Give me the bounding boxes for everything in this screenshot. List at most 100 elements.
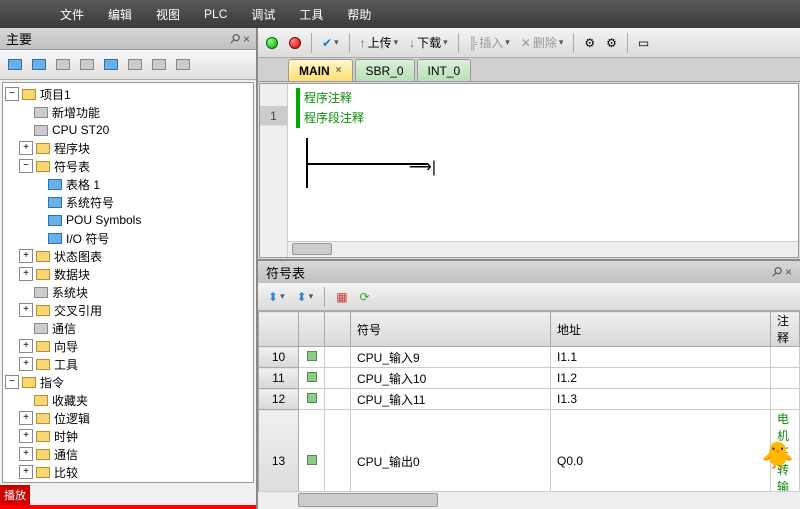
tree-item[interactable]: 收藏夹	[5, 391, 251, 409]
delete-button[interactable]: ✕删除▾	[517, 32, 568, 54]
insert-button[interactable]: ╠插入▾	[465, 32, 514, 54]
expand-icon[interactable]: +	[19, 447, 33, 461]
expand-icon[interactable]: +	[19, 267, 33, 281]
upload-button[interactable]: ↑上传▾	[356, 32, 403, 54]
run-button[interactable]	[262, 32, 282, 54]
cell-comment[interactable]	[771, 389, 800, 410]
col-comment[interactable]: 注释	[771, 312, 800, 347]
tree-item[interactable]: +时钟	[5, 427, 251, 445]
tree-item[interactable]: 新增功能	[5, 103, 251, 121]
sym-tool-4[interactable]: ⟳	[356, 286, 374, 308]
play-badge[interactable]: 播放	[0, 485, 30, 505]
tree-item[interactable]: +转换	[5, 481, 251, 483]
tab-sbr0[interactable]: SBR_0	[355, 59, 415, 81]
segment-comment[interactable]: 程序段注释	[296, 108, 790, 128]
expand-icon[interactable]: +	[19, 141, 33, 155]
tree-item[interactable]: 通信	[5, 319, 251, 337]
cell-symbol[interactable]: CPU_输出0	[351, 410, 551, 492]
cell-comment[interactable]	[771, 368, 800, 389]
editor-body[interactable]: 程序注释 程序段注释 ⟶|	[288, 84, 798, 241]
tree-root-instr[interactable]: −指令	[5, 373, 251, 391]
tree-item[interactable]: +程序块	[5, 139, 251, 157]
cell-address[interactable]: I1.2	[551, 368, 771, 389]
cell-comment[interactable]	[771, 347, 800, 368]
download-button[interactable]: ↓下载▾	[405, 32, 452, 54]
tab-main[interactable]: MAIN×	[288, 59, 353, 81]
tree-item[interactable]: +交叉引用	[5, 301, 251, 319]
tool-btn-7[interactable]	[148, 54, 170, 76]
sym-tool-2[interactable]: ⬍▾	[293, 286, 318, 308]
cell-symbol[interactable]: CPU_输入10	[351, 368, 551, 389]
expand-icon[interactable]: +	[19, 357, 33, 371]
tool-btn-8[interactable]	[172, 54, 194, 76]
close-icon[interactable]: ×	[243, 32, 250, 46]
table-row[interactable]: 12CPU_输入11I1.3	[259, 389, 800, 410]
stop-button[interactable]	[285, 32, 305, 54]
tree-item[interactable]: 系统块	[5, 283, 251, 301]
col-symbol[interactable]: 符号	[351, 312, 551, 347]
expand-icon[interactable]: −	[19, 159, 33, 173]
collapse-icon[interactable]: −	[5, 375, 19, 389]
collapse-icon[interactable]: −	[5, 87, 19, 101]
program-comment[interactable]: 程序注释	[296, 88, 790, 108]
tree-item[interactable]: CPU ST20	[5, 121, 251, 139]
expand-icon[interactable]: +	[19, 249, 33, 263]
scroll-thumb[interactable]	[292, 243, 332, 255]
table-row[interactable]: 10CPU_输入9I1.1	[259, 347, 800, 368]
grid-hscroll[interactable]	[258, 491, 800, 509]
tree-item[interactable]: 表格 1	[5, 175, 251, 193]
tree-item[interactable]: +位逻辑	[5, 409, 251, 427]
cell-address[interactable]: I1.1	[551, 347, 771, 368]
sym-tool-3[interactable]: ▦	[332, 286, 351, 308]
tool-btn-6[interactable]	[124, 54, 146, 76]
project-tree[interactable]: −项目1 新增功能CPU ST20+程序块−符号表表格 1系统符号POU Sym…	[2, 82, 254, 483]
tree-item[interactable]: POU Symbols	[5, 211, 251, 229]
scroll-thumb[interactable]	[298, 493, 438, 507]
ladder-editor[interactable]: 1 程序注释 程序段注释 ⟶|	[259, 83, 799, 258]
tree-item[interactable]: +工具	[5, 355, 251, 373]
pin-icon[interactable]: ⚲	[226, 29, 244, 47]
expand-icon[interactable]: +	[19, 465, 33, 479]
tool-misc-1[interactable]: ⚙	[580, 32, 599, 54]
expand-icon[interactable]: +	[19, 411, 33, 425]
tree-item[interactable]: +通信	[5, 445, 251, 463]
expand-icon[interactable]: +	[19, 339, 33, 353]
tool-btn-3[interactable]	[52, 54, 74, 76]
tree-root-project[interactable]: −项目1	[5, 85, 251, 103]
sym-tool-1[interactable]: ⬍▾	[264, 286, 289, 308]
tool-window[interactable]: ▭	[634, 32, 653, 54]
menu-tools[interactable]: 工具	[299, 6, 323, 23]
cell-symbol[interactable]: CPU_输入9	[351, 347, 551, 368]
tree-item[interactable]: +状态图表	[5, 247, 251, 265]
close-icon[interactable]: ×	[336, 65, 342, 76]
cell-address[interactable]: Q0.0	[551, 410, 771, 492]
menu-plc[interactable]: PLC	[204, 7, 227, 21]
ladder-rung[interactable]: ⟶|	[306, 138, 790, 190]
compile-button[interactable]: ✔▾	[318, 32, 343, 54]
menu-debug[interactable]: 调试	[251, 6, 275, 23]
menu-help[interactable]: 帮助	[347, 6, 371, 23]
cell-address[interactable]: I1.3	[551, 389, 771, 410]
tree-item[interactable]: +数据块	[5, 265, 251, 283]
menu-file[interactable]: 文件	[60, 6, 84, 23]
tool-btn-2[interactable]	[28, 54, 50, 76]
cell-symbol[interactable]: CPU_输入11	[351, 389, 551, 410]
tree-item[interactable]: 系统符号	[5, 193, 251, 211]
expand-icon[interactable]: +	[19, 429, 33, 443]
tool-misc-2[interactable]: ⚙	[602, 32, 621, 54]
tree-item[interactable]: −符号表	[5, 157, 251, 175]
pin-icon[interactable]: ⚲	[768, 263, 786, 281]
table-row[interactable]: 13CPU_输出0Q0.0电机正转输出	[259, 410, 800, 492]
tool-btn-4[interactable]	[76, 54, 98, 76]
col-address[interactable]: 地址	[551, 312, 771, 347]
tool-btn-5[interactable]	[100, 54, 122, 76]
tool-btn-1[interactable]	[4, 54, 26, 76]
symbol-grid[interactable]: 符号 地址 注释 10CPU_输入9I1.111CPU_输入10I1.212CP…	[258, 311, 800, 491]
tree-item[interactable]: I/O 符号	[5, 229, 251, 247]
tree-item[interactable]: +比较	[5, 463, 251, 481]
tree-item[interactable]: +向导	[5, 337, 251, 355]
close-icon[interactable]: ×	[785, 265, 792, 279]
table-row[interactable]: 11CPU_输入10I1.2	[259, 368, 800, 389]
expand-icon[interactable]: +	[19, 303, 33, 317]
menu-edit[interactable]: 编辑	[108, 6, 132, 23]
